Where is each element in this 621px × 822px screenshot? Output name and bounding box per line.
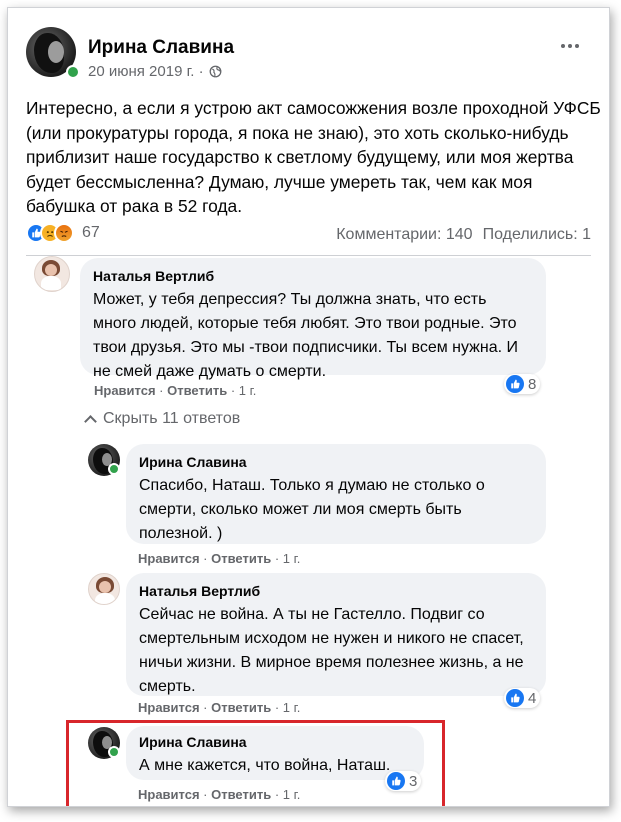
reply-text: Спасибо, Наташ. Только я думаю не стольк… bbox=[139, 477, 485, 542]
like-link[interactable]: Нравится bbox=[138, 551, 200, 566]
reply-time[interactable]: 1 г. bbox=[283, 700, 301, 715]
more-options-icon[interactable] bbox=[561, 44, 579, 48]
comment-reactions[interactable]: 8 bbox=[504, 374, 541, 394]
reply-time[interactable]: 1 г. bbox=[283, 551, 301, 566]
like-link[interactable]: Нравится bbox=[138, 700, 200, 715]
hide-replies-button[interactable]: Скрыть 11 ответов bbox=[84, 410, 241, 428]
highlight-box bbox=[66, 720, 445, 806]
commenter-avatar[interactable] bbox=[34, 256, 70, 292]
chevron-up-icon bbox=[84, 414, 97, 428]
post-date[interactable]: 20 июня 2019 г. · bbox=[88, 63, 204, 80]
reply-reactions[interactable]: 4 bbox=[504, 688, 541, 708]
reply-actions: Нравится · Ответить · 1 г. bbox=[138, 700, 301, 715]
comment-text: Может, у тебя депрессия? Ты должна знать… bbox=[93, 291, 518, 380]
reply-author[interactable]: Ирина Славина bbox=[139, 454, 533, 470]
globe-icon bbox=[209, 65, 221, 78]
post-reactions[interactable]: 67 bbox=[26, 223, 100, 243]
comment-author[interactable]: Наталья Вертлиб bbox=[93, 268, 533, 284]
reply-link[interactable]: Ответить bbox=[211, 551, 271, 566]
like-link[interactable]: Нравится bbox=[94, 383, 156, 398]
like-icon bbox=[506, 689, 524, 707]
divider bbox=[26, 255, 591, 256]
comments-count-link[interactable]: Комментарии: 140 bbox=[336, 226, 472, 244]
online-status-icon bbox=[108, 463, 120, 475]
reply-actions: Нравится · Ответить · 1 г. bbox=[138, 551, 301, 566]
post-stats: Комментарии: 140 Поделились: 1 bbox=[336, 226, 591, 244]
angry-icon bbox=[54, 223, 74, 243]
comment-bubble: Наталья Вертлиб Может, у тебя депрессия?… bbox=[80, 258, 546, 380]
reply-link[interactable]: Ответить bbox=[211, 700, 271, 715]
post-author-name[interactable]: Ирина Славина bbox=[88, 37, 234, 59]
post-text: Интересно, а если я устрою акт самосожже… bbox=[26, 98, 601, 216]
hide-replies-label: Скрыть 11 ответов bbox=[103, 410, 241, 427]
online-status-icon bbox=[66, 65, 80, 79]
reply-bubble: Наталья Вертлиб Сейчас не война. А ты не… bbox=[126, 573, 546, 696]
comment-time[interactable]: 1 г. bbox=[239, 383, 257, 398]
reply-bubble: Ирина Славина Спасибо, Наташ. Только я д… bbox=[126, 444, 546, 544]
reply-link[interactable]: Ответить bbox=[167, 383, 227, 398]
reaction-count: 67 bbox=[82, 224, 100, 241]
reply-text: Сейчас не война. А ты не Гастелло. Подви… bbox=[139, 606, 524, 695]
post-meta: 20 июня 2019 г. · bbox=[88, 63, 222, 80]
reply-author[interactable]: Наталья Вертлиб bbox=[139, 583, 533, 599]
comment-reaction-count: 8 bbox=[528, 375, 537, 393]
shares-count-link[interactable]: Поделились: 1 bbox=[483, 226, 591, 244]
commenter-avatar[interactable] bbox=[88, 573, 120, 605]
comment-actions: Нравится · Ответить · 1 г. bbox=[94, 383, 257, 398]
like-icon bbox=[506, 375, 524, 393]
post-card: Ирина Славина 20 июня 2019 г. · Интересн… bbox=[7, 7, 610, 807]
reply-reaction-count: 4 bbox=[528, 689, 537, 707]
